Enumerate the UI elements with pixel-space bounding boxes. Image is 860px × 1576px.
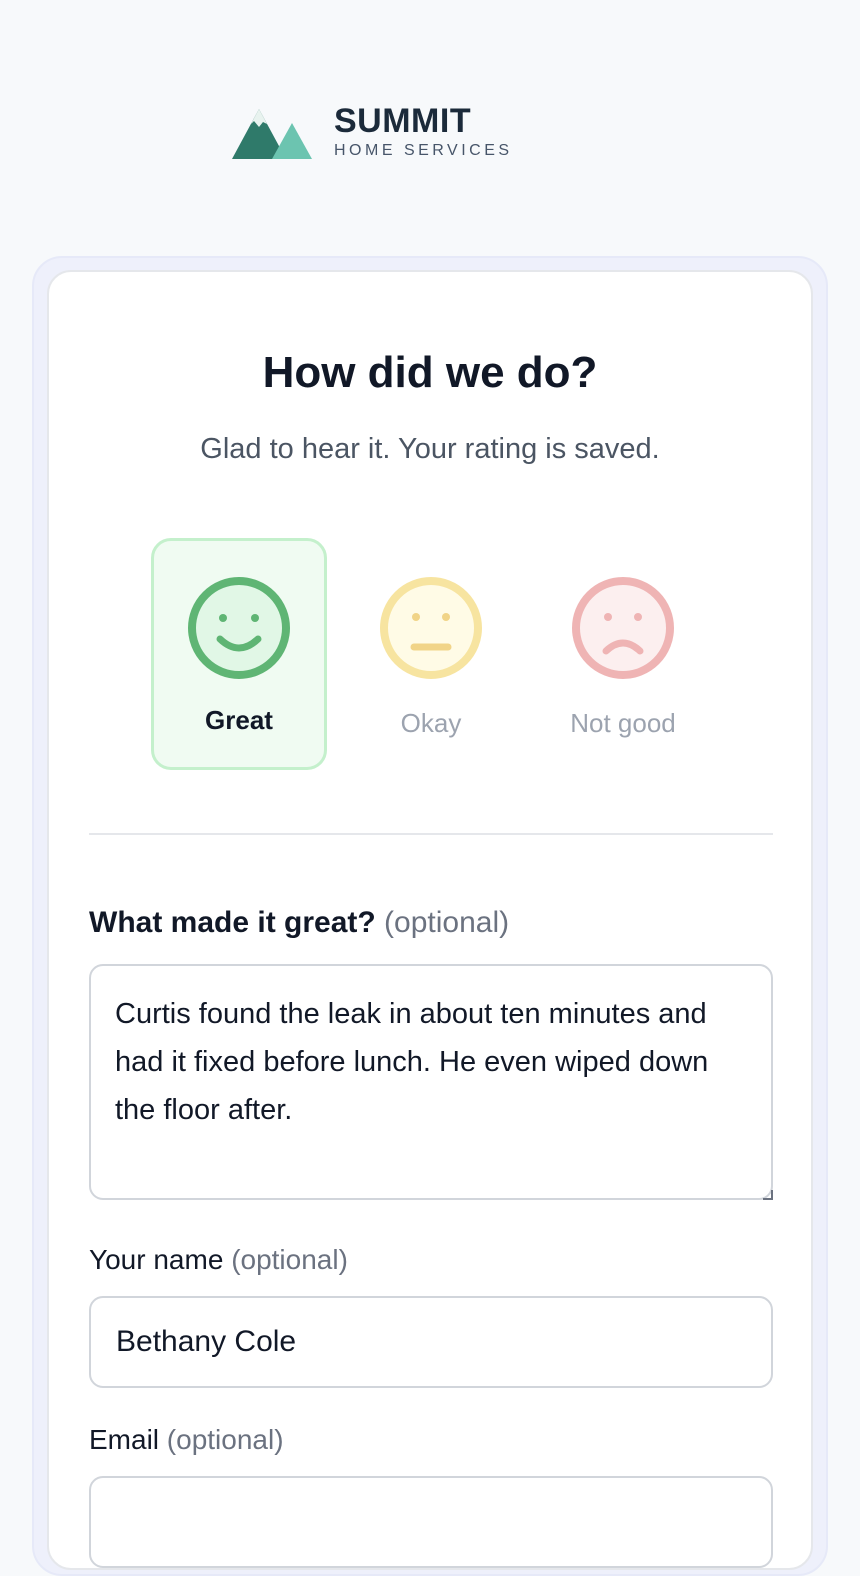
section-divider bbox=[89, 833, 773, 835]
brand-logo: SUMMIT HOME SERVICES bbox=[232, 104, 513, 160]
feedback-card: How did we do? Glad to hear it. Your rat… bbox=[47, 270, 813, 1570]
name-field-label: Your name (optional) bbox=[89, 1244, 348, 1275]
email-input[interactable] bbox=[89, 1476, 773, 1568]
rating-okay-button[interactable]: Okay bbox=[343, 538, 519, 770]
smiley-happy-icon bbox=[188, 577, 290, 679]
rating-great-button[interactable]: Great bbox=[151, 538, 327, 770]
rating-great-label: Great bbox=[205, 705, 273, 735]
smiley-sad-icon bbox=[572, 577, 674, 679]
rating-not-good-button[interactable]: Not good bbox=[535, 538, 711, 770]
resize-handle[interactable] bbox=[763, 1190, 773, 1200]
feedback-field-label: What made it great? (optional) bbox=[89, 906, 510, 939]
mountain-logo-icon bbox=[232, 109, 312, 159]
smiley-neutral-icon bbox=[380, 577, 482, 679]
feedback-textarea[interactable]: Curtis found the leak in about ten minut… bbox=[89, 964, 773, 1200]
name-input[interactable]: Bethany Cole bbox=[89, 1296, 773, 1388]
rating-not-good-label: Not good bbox=[570, 708, 676, 738]
page-subtitle: Glad to hear it. Your rating is saved. bbox=[200, 433, 660, 465]
email-field-label: Email (optional) bbox=[89, 1424, 284, 1455]
rating-okay-label: Okay bbox=[400, 708, 462, 738]
brand-name: SUMMIT bbox=[334, 102, 472, 140]
brand-tagline: HOME SERVICES bbox=[334, 142, 513, 159]
page-title: How did we do? bbox=[262, 348, 598, 397]
